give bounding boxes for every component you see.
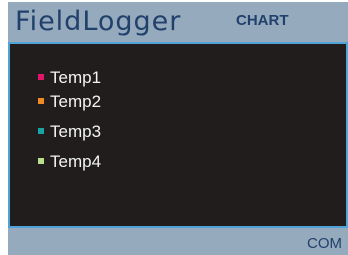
chart-mode-label: CHART	[236, 12, 289, 29]
temp4-color-swatch	[38, 157, 44, 164]
fieldlogger-logo: FieldLogger	[15, 6, 182, 37]
header-bar: FieldLogger CHART	[8, 2, 348, 40]
device-frame: FieldLogger CHART Temp1 Temp2 Temp3 Temp…	[8, 2, 348, 255]
footer-bar: COM	[8, 230, 348, 255]
legend-item-temp3: Temp3	[38, 120, 101, 144]
legend-item-temp4: Temp4	[38, 150, 101, 174]
legend-item-temp2: Temp2	[38, 90, 101, 114]
legend-label-temp2: Temp2	[50, 92, 102, 111]
legend-label-temp4: Temp4	[50, 152, 102, 171]
com-status-label: COM	[307, 235, 342, 252]
temp3-color-swatch	[38, 127, 44, 134]
chart-legend: Temp1 Temp2 Temp3 Temp4	[38, 66, 101, 174]
legend-item-temp1: Temp1	[38, 66, 101, 90]
legend-label-temp3: Temp3	[50, 122, 102, 141]
legend-label-temp1: Temp1	[50, 68, 102, 87]
temp2-color-swatch	[38, 97, 44, 104]
chart-screen: Temp1 Temp2 Temp3 Temp4	[8, 42, 348, 228]
temp1-color-swatch	[38, 73, 44, 80]
